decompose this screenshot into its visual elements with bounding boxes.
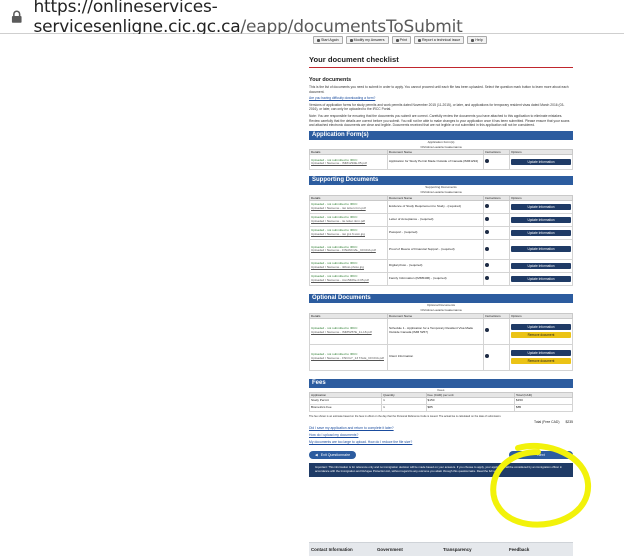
table-row: Uploaded - not submitted to IRCC Uploaded… [309, 317, 573, 345]
table-row: Uploaded - not submitted to IRCC Uploaded… [308, 225, 573, 240]
help-icon [471, 38, 475, 42]
fees-table: Application Quantity Fee (CAD) per unit … [308, 392, 574, 412]
toolbar: Start Again Modify my Answers Print Repo… [313, 36, 573, 44]
optional-documents-table: Details Document Name Instructions Optio… [309, 312, 573, 371]
url-text: https://onlineservices-servicesenligne.c… [33, 0, 463, 37]
table-caption: Application Form(s) [427, 139, 455, 144]
documents-heading: Your documents [309, 77, 352, 83]
table-row: Uploaded - not submitted to IRCC Uploaded… [308, 199, 573, 214]
title-divider [309, 67, 573, 68]
update-information-button[interactable]: Update Information [511, 246, 571, 253]
modify-answers-button[interactable]: Modify my Answers [345, 36, 389, 44]
refresh-icon [317, 38, 320, 42]
update-information-button[interactable]: Update Information [511, 350, 571, 357]
update-information-button[interactable]: Update Information [511, 216, 571, 223]
table-row: Uploaded - not submitted to IRCC Uploaded… [308, 238, 573, 260]
question-icon[interactable] [484, 159, 489, 164]
question-icon[interactable] [484, 328, 489, 333]
yellow-highlight-circle [490, 442, 592, 528]
update-information-button[interactable]: Update Information [511, 324, 571, 331]
update-information-button[interactable]: Update Information [511, 229, 571, 236]
main-column: Start Again Modify my Answers Print Repo… [308, 34, 574, 477]
application-forms-header: Application Form(s) [309, 130, 573, 140]
chevron-left-icon: ◀ [315, 453, 318, 458]
file-link[interactable]: Uploaded / Nameme - IMM5257E_11-18.pdf [311, 330, 386, 335]
application-forms-table: Details Document Name Instructions Optio… [309, 149, 573, 171]
upload-help-link[interactable]: How do I upload my documents? [309, 432, 573, 439]
responsibility-note: Note: You are responsible for ensuring t… [309, 113, 570, 128]
table-row: Biometrics Fee 1 $85 $85 [308, 404, 574, 412]
file-link[interactable]: Uploaded / Nameme - itei jp1.ft.ssin.jpg [311, 232, 386, 237]
fee-total: Total (Free CAD) $235 [534, 420, 573, 425]
download-help-link[interactable]: Are you having difficulty downloading a … [309, 96, 375, 100]
supporting-documents-header: Supporting Documents [309, 176, 573, 186]
file-link[interactable]: Uploaded / Nameme - ite letter.ntnn.pdf [311, 219, 386, 224]
footer-government[interactable]: Government [375, 543, 441, 556]
question-icon[interactable] [484, 204, 489, 209]
supporting-documents-table: Details Document Name Instructions Optio… [308, 194, 573, 286]
file-link[interactable]: Uploaded / Nameme - IMM1294E-05.pdf [311, 162, 386, 166]
remove-document-button[interactable]: Remove document [511, 332, 571, 339]
fees-header: Fees [309, 378, 573, 388]
pencil-icon [349, 38, 353, 42]
update-information-button[interactable]: Update Information [511, 275, 571, 282]
warning-icon [417, 38, 421, 42]
remove-document-button[interactable]: Remove document [511, 358, 571, 365]
help-button[interactable]: Help [467, 36, 487, 44]
footer-contact[interactable]: Contact Information [309, 543, 375, 556]
exit-questionnaire-button[interactable]: ◀ Exit Questionnaire [309, 451, 357, 460]
table-row: Study Permit 1 $150 $150 [308, 397, 574, 406]
question-icon[interactable] [484, 217, 489, 222]
file-link[interactable]: Uploaded / Nameme - FNCGY_13 TALE_CFCDA.… [311, 356, 386, 361]
question-icon[interactable] [484, 354, 489, 359]
start-again-button[interactable]: Start Again [313, 36, 343, 44]
lock-icon [11, 10, 22, 23]
question-icon[interactable] [484, 263, 489, 268]
table-row: Uploaded - not submitted to IRCC Uploaded… [309, 154, 573, 171]
file-link[interactable]: Uploaded / Nameme - itei letter.ntnn.pdf [311, 206, 386, 211]
update-information-button[interactable]: Update Information [511, 159, 571, 166]
print-button[interactable]: Print [391, 36, 411, 44]
save-return-link[interactable]: Did I save my application and return to … [309, 425, 573, 432]
site-footer: Contact Information Government Transpare… [309, 542, 573, 556]
table-row: Uploaded - not submitted to IRCC Uploaded… [308, 271, 573, 286]
intro-text: This is the list of documents you need t… [309, 85, 569, 94]
table-row: Uploaded - not submitted to IRCC Uploaded… [309, 343, 573, 371]
question-icon[interactable] [484, 230, 489, 235]
print-icon [395, 38, 399, 42]
file-link[interactable]: Uploaded / Nameme - FINANCIAL_CFCDA.pdf [311, 249, 386, 253]
question-icon[interactable] [484, 246, 489, 251]
footer-feedback[interactable]: Feedback [507, 543, 573, 556]
footer-transparency[interactable]: Transparency [441, 543, 507, 556]
table-row: Uploaded - not submitted to IRCC Uploaded… [308, 212, 573, 227]
report-issue-button[interactable]: Report a technical issue [413, 36, 465, 44]
file-link[interactable]: Uploaded / Nameme - imm5406e-0.05.pdf [311, 278, 386, 283]
table-row: Uploaded - not submitted to IRCC Uploaded… [308, 258, 573, 273]
optional-documents-header: Optional Documents [309, 293, 573, 303]
update-information-button[interactable]: Update Information [511, 203, 571, 210]
update-information-button[interactable]: Update Information [511, 262, 571, 269]
browser-address-bar[interactable]: https://onlineservices-servicesenligne.c… [0, 0, 624, 37]
page-title: Your document checklist [309, 55, 399, 64]
fee-estimate-note: The fee shown is an estimate based on th… [309, 414, 502, 418]
question-icon[interactable] [484, 276, 489, 281]
versions-note: Versions of application forms for study … [309, 102, 565, 112]
file-link[interactable]: Uploaded / Nameme - ititfoto.photo.jpg [311, 265, 386, 270]
